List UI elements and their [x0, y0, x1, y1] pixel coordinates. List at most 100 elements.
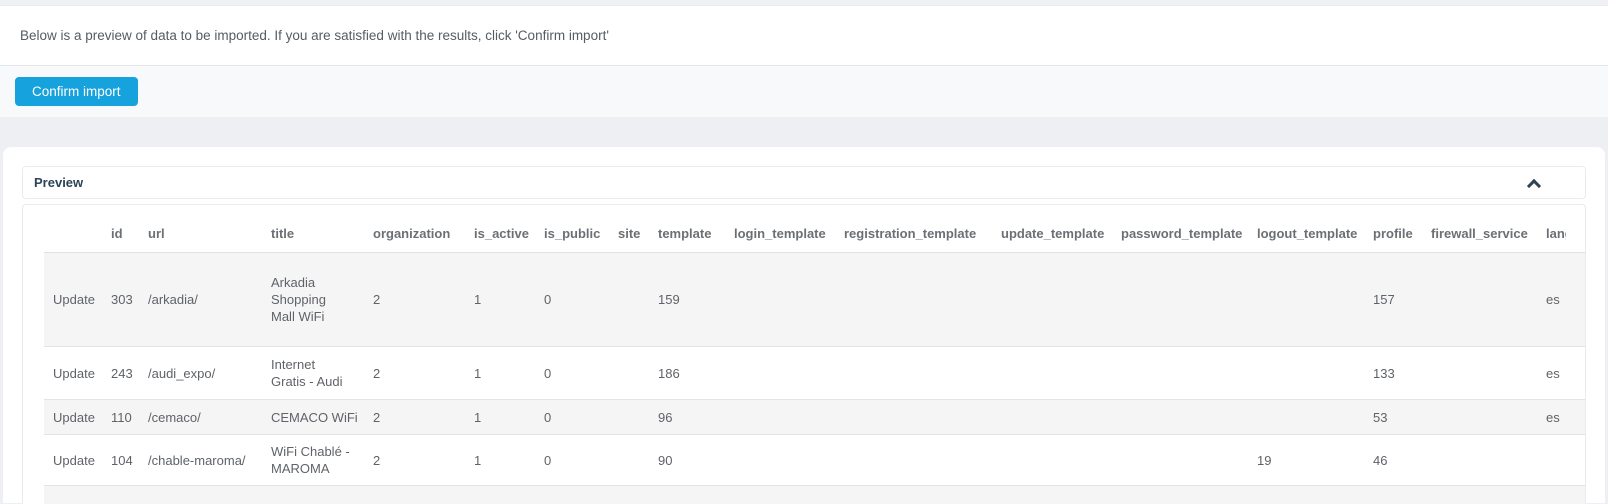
row-action: Update — [53, 365, 95, 381]
table-header-row: id url title organization is_active is_p… — [44, 211, 1585, 253]
cell-id: 110 — [111, 409, 132, 425]
cell-title: Arkadia Shopping Mall WiFi — [271, 275, 326, 324]
cell-update-template — [1001, 253, 1121, 347]
column-header-organization: organization — [373, 226, 451, 241]
cell-is-active: 1 — [474, 452, 482, 468]
cell-update-template — [1001, 347, 1121, 400]
cell-registration-template — [844, 435, 1001, 486]
cell-organization: 2 — [373, 292, 381, 307]
column-header-id: id — [111, 226, 123, 241]
column-header-firewall-service: firewall_service — [1431, 226, 1528, 241]
cell-firewall-service — [1431, 347, 1546, 400]
cell-language: es — [1546, 409, 1560, 425]
cell-organization: 2 — [373, 409, 381, 425]
row-action: Update — [53, 409, 95, 425]
cell-site — [618, 253, 658, 347]
table-row-partial — [44, 485, 1585, 504]
cell-logout-template — [1257, 347, 1373, 400]
column-header-update-template: update_template — [1001, 226, 1105, 241]
toolbar: Confirm import — [0, 66, 1608, 117]
cell-login-template — [734, 347, 844, 400]
cell-logout-template — [1257, 400, 1373, 435]
cell-registration-template — [844, 253, 1001, 347]
row-action: Update — [53, 452, 95, 468]
cell-firewall-service — [1431, 400, 1546, 435]
column-header-password-template: password_template — [1121, 226, 1243, 241]
content-card: Preview id url title organization is_act… — [3, 147, 1605, 504]
cell-logout-template: 19 — [1257, 452, 1272, 468]
column-header-language: language — [1546, 226, 1566, 241]
cell-profile: 46 — [1373, 452, 1388, 468]
cell-is-public: 0 — [544, 365, 552, 381]
preview-panel-header[interactable]: Preview — [22, 166, 1586, 199]
cell-template: 96 — [658, 409, 673, 425]
column-header-is-public: is_public — [544, 226, 601, 241]
column-header-login-template: login_template — [734, 226, 826, 241]
cell-language: es — [1546, 292, 1560, 307]
column-header-url: url — [148, 226, 165, 241]
table-row: Update 110 /cemaco/ CEMACO WiFi 2 1 0 96 — [44, 399, 1585, 435]
cell-clipped — [44, 486, 1585, 504]
cell-firewall-service — [1431, 435, 1546, 486]
cell-password-template — [1121, 435, 1257, 486]
cell-login-template — [734, 435, 844, 486]
cell-title: WiFi Chablé - MAROMA — [271, 444, 350, 476]
import-preview-message-bar: Below is a preview of data to be importe… — [0, 6, 1608, 66]
cell-organization: 2 — [373, 452, 381, 468]
preview-table-container: id url title organization is_active is_p… — [22, 204, 1586, 504]
cell-is-active: 1 — [474, 292, 482, 307]
cell-language — [1546, 435, 1585, 486]
cell-id: 243 — [111, 365, 133, 381]
cell-is-public: 0 — [544, 409, 552, 425]
cell-profile: 157 — [1373, 292, 1395, 307]
cell-registration-template — [844, 347, 1001, 400]
preview-table: id url title organization is_active is_p… — [44, 211, 1585, 504]
column-header-is-active: is_active — [474, 226, 529, 241]
cell-logout-template — [1257, 253, 1373, 347]
cell-profile: 53 — [1373, 409, 1388, 425]
cell-id: 303 — [111, 292, 133, 307]
column-header-template: template — [658, 226, 712, 241]
preview-panel-title: Preview — [34, 175, 84, 190]
cell-password-template — [1121, 400, 1257, 435]
table-row: Update 104 /chable-maroma/ WiFi Chablé -… — [44, 435, 1585, 486]
cell-url: /chable-maroma/ — [148, 452, 246, 468]
cell-registration-template — [844, 400, 1001, 435]
table-row: Update 303 /arkadia/ Arkadia Shopping Ma… — [44, 252, 1585, 347]
row-action: Update — [53, 292, 95, 307]
cell-url: /audi_expo/ — [148, 365, 216, 381]
column-header-registration-template: registration_template — [844, 226, 977, 241]
cell-login-template — [734, 253, 844, 347]
cell-site — [618, 435, 658, 486]
cell-site — [618, 347, 658, 400]
cell-template: 90 — [658, 452, 673, 468]
cell-id: 104 — [111, 452, 133, 468]
cell-site — [618, 400, 658, 435]
page-content: Preview id url title organization is_act… — [0, 117, 1608, 504]
cell-is-active: 1 — [474, 365, 482, 381]
cell-firewall-service — [1431, 253, 1546, 347]
import-preview-message: Below is a preview of data to be importe… — [20, 28, 609, 43]
cell-title: Internet Gratis - Audi — [271, 357, 343, 389]
column-header-title: title — [271, 226, 295, 241]
cell-password-template — [1121, 253, 1257, 347]
chevron-up-icon[interactable] — [1526, 178, 1542, 194]
column-header-site: site — [618, 226, 641, 241]
confirm-import-button[interactable]: Confirm import — [15, 77, 138, 106]
table-row: Update 243 /audi_expo/ Internet Gratis -… — [44, 347, 1585, 400]
cell-profile: 133 — [1373, 365, 1395, 381]
column-header-logout-template: logout_template — [1257, 226, 1358, 241]
cell-login-template — [734, 400, 844, 435]
cell-url: /arkadia/ — [148, 292, 198, 307]
cell-is-public: 0 — [544, 292, 552, 307]
cell-is-public: 0 — [544, 452, 552, 468]
cell-template: 159 — [658, 292, 680, 307]
cell-is-active: 1 — [474, 409, 482, 425]
cell-title: CEMACO WiFi — [271, 409, 358, 425]
column-header-profile: profile — [1373, 226, 1413, 241]
column-header-action — [44, 211, 111, 253]
cell-template: 186 — [658, 365, 680, 381]
cell-organization: 2 — [373, 365, 381, 381]
cell-password-template — [1121, 347, 1257, 400]
cell-update-template — [1001, 400, 1121, 435]
